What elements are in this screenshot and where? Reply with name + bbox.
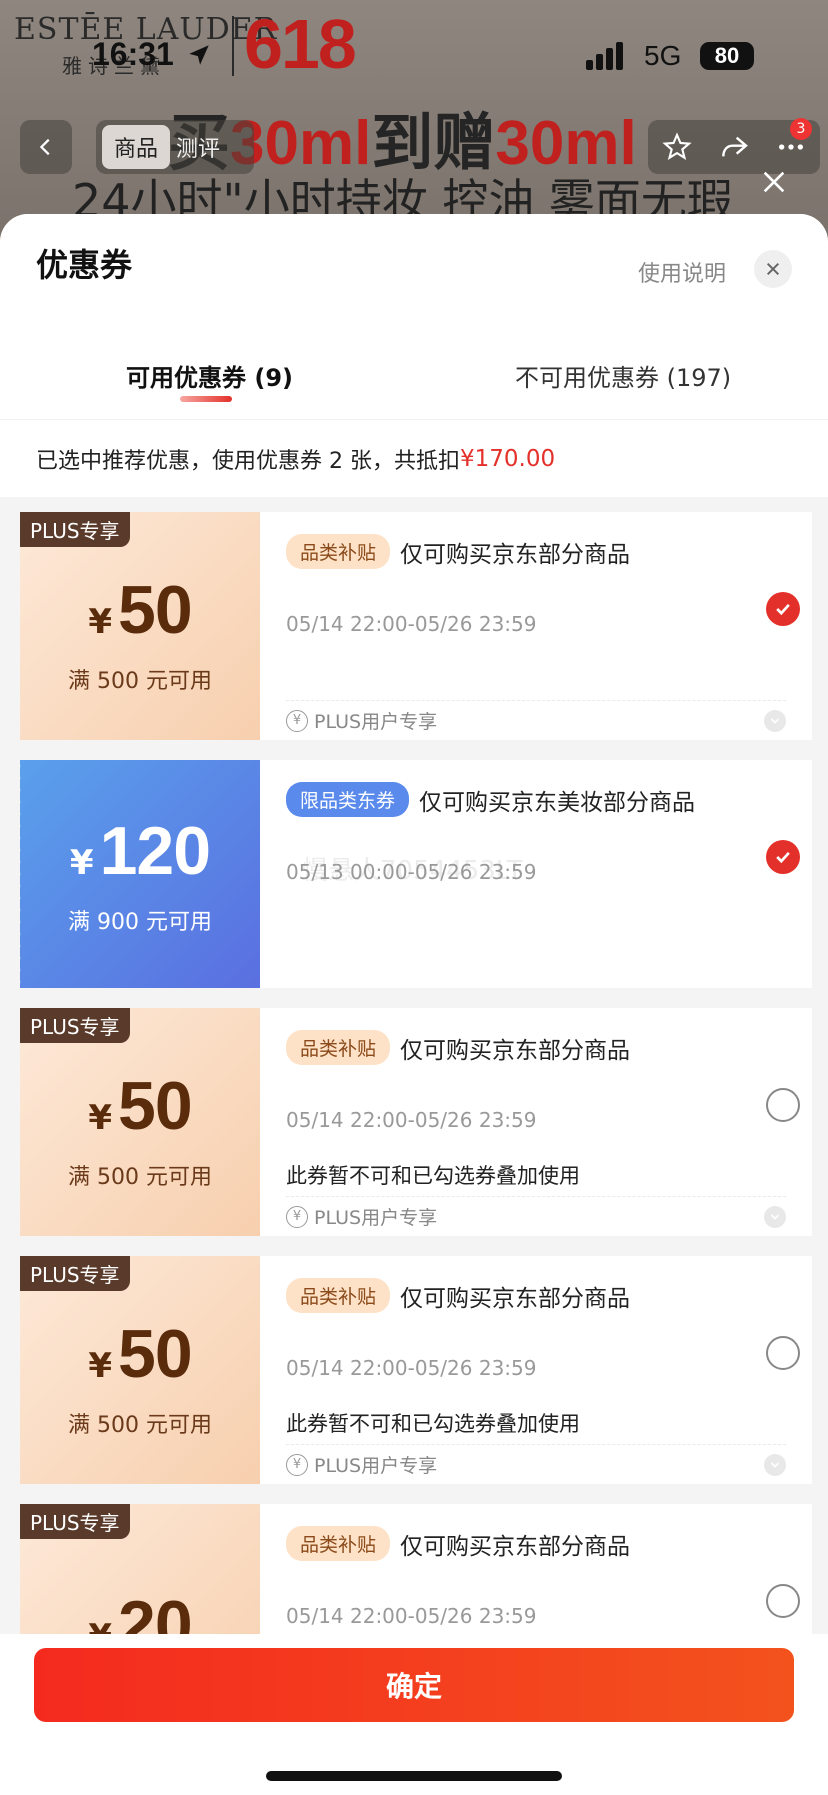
home-indicator[interactable] [266, 1771, 562, 1781]
coupon-footer-text: PLUS用户专享 [314, 1455, 438, 1477]
tab-indicator [180, 396, 232, 402]
coupon-validity: 05/14 22:00-05/26 23:59 [286, 1604, 537, 1628]
coupon-type-pill: 品类补贴 [286, 1526, 391, 1561]
coupon-footer-text: PLUS用户专享 [314, 711, 438, 733]
coupon-value-panel: PLUS专享 ¥50 满 500 元可用 [16, 1008, 260, 1236]
promo-618: 618 [244, 5, 357, 83]
selection-summary: 已选中推荐优惠，使用优惠券 2 张，共抵扣 ¥170.00 [0, 419, 828, 497]
coupon-sheet: 优惠券 使用说明 可用优惠券 (9) 不可用优惠券 (197) 已选中推荐优惠，… [0, 214, 828, 1795]
summary-text: 已选中推荐优惠，使用优惠券 2 张，共抵扣 [36, 448, 460, 474]
coupon-footer: ¥ PLUS用户专享 [286, 1196, 786, 1236]
coupon-detail: 品类补贴 仅可购买京东部分商品 05/14 22:00-05/26 23:59 此… [260, 1008, 812, 1236]
coupon-condition: 满 900 元可用 [68, 910, 212, 935]
share-icon[interactable] [718, 131, 750, 163]
coupon-detail: 品类补贴 仅可购买京东部分商品 05/14 22:00-05/26 23:59 ¥… [260, 512, 812, 740]
star-icon[interactable] [661, 131, 693, 163]
coupon-scope: 仅可购买京东部分商品 [400, 1285, 631, 1312]
coupon-footer-text: PLUS用户专享 [314, 1207, 438, 1229]
coupon-checkbox-unchecked[interactable] [766, 1088, 800, 1122]
coupon-type-pill: 品类补贴 [286, 534, 391, 569]
coupon-note: 此券暂不可和已勾选券叠加使用 [286, 1412, 580, 1436]
status-time: 16:31 [92, 36, 174, 72]
confirm-button[interactable]: 确定 [34, 1648, 794, 1722]
tab-product[interactable]: 商品 [102, 125, 171, 169]
coupon-type-pill: 限品类东券 [286, 782, 410, 817]
product-background: ESTĒE LAUDER 雅诗兰黛 618 16:31 5G 80 买30ml到… [0, 0, 828, 240]
coupon-validity: 05/14 22:00-05/26 23:59 [286, 612, 537, 636]
currency-symbol: ¥ [69, 843, 94, 883]
coupon-validity: 05/14 22:00-05/26 23:59 [286, 1108, 537, 1132]
coupon-value-panel: ¥120 满 900 元可用 [16, 760, 260, 988]
plus-tag: PLUS专享 [20, 1256, 130, 1291]
currency-symbol: ¥ [88, 1098, 113, 1138]
checkmark-icon [776, 603, 790, 616]
checkmark-icon [776, 851, 790, 864]
brand-divider [232, 16, 234, 76]
back-button[interactable] [20, 120, 72, 174]
coupon-scope: 仅可购买京东部分商品 [400, 1037, 631, 1064]
network-type: 5G [644, 40, 682, 71]
coupon-amount: 50 [118, 572, 193, 648]
coupon-value-panel: PLUS专享 ¥50 满 500 元可用 [16, 1256, 260, 1484]
signal-icon [586, 42, 623, 70]
plus-tag: PLUS专享 [20, 1504, 130, 1539]
plus-tag: PLUS专享 [20, 1008, 130, 1043]
chevron-down-icon[interactable] [764, 709, 786, 732]
battery-icon: 80 [700, 42, 754, 70]
coupon-footer: ¥ PLUS用户专享 [286, 700, 786, 740]
summary-amount: ¥170.00 [460, 445, 556, 472]
coupon-amount: 120 [99, 813, 211, 889]
coupon-scope: 仅可购买京东部分商品 [400, 1533, 631, 1560]
battery-level: 80 [714, 43, 740, 68]
coupon-card[interactable]: PLUS专享 ¥50 满 500 元可用 品类补贴 仅可购买京东部分商品 05/1… [16, 1008, 812, 1236]
coupon-footer: ¥ PLUS用户专享 [286, 1444, 786, 1484]
currency-symbol: ¥ [88, 1346, 113, 1386]
sheet-header: 优惠券 使用说明 可用优惠券 (9) 不可用优惠券 (197) [0, 214, 828, 419]
watermark: 慢悬人7054453LT [302, 856, 523, 886]
tab-review[interactable]: 测评 [176, 131, 220, 163]
close-icon[interactable] [760, 168, 788, 196]
coupon-checkbox-checked[interactable] [766, 840, 800, 874]
coupon-detail: 品类补贴 仅可购买京东部分商品 05/14 22:00-05/26 23:59 此… [260, 1256, 812, 1484]
coupon-scope: 仅可购买京东美妆部分商品 [419, 789, 696, 816]
plus-tag: PLUS专享 [20, 512, 130, 547]
sheet-title: 优惠券 [36, 246, 133, 284]
coupon-card[interactable]: PLUS专享 ¥50 满 500 元可用 品类补贴 仅可购买京东部分商品 05/1… [16, 512, 812, 740]
currency-symbol: ¥ [88, 602, 113, 642]
coupon-amount: 50 [118, 1316, 193, 1392]
chevron-down-icon[interactable] [764, 1453, 786, 1476]
chevron-left-icon [39, 138, 50, 156]
coupon-type-pill: 品类补贴 [286, 1030, 391, 1065]
coupon-card[interactable]: PLUS专享 ¥50 满 500 元可用 品类补贴 仅可购买京东部分商品 05/1… [16, 1256, 812, 1484]
yen-icon: ¥ [286, 709, 308, 732]
coupon-condition: 满 500 元可用 [68, 1165, 212, 1190]
coupon-card[interactable]: ¥120 满 900 元可用 限品类东券 仅可购买京东美妆部分商品 05/13 0… [16, 760, 812, 988]
help-link[interactable]: 使用说明 [638, 256, 726, 288]
coupon-scope: 仅可购买京东部分商品 [400, 541, 631, 568]
chevron-down-icon[interactable] [764, 1205, 786, 1228]
product-tabs: 商品 测评 [96, 120, 254, 174]
coupon-validity: 05/14 22:00-05/26 23:59 [286, 1356, 537, 1380]
coupon-condition: 满 500 元可用 [68, 1413, 212, 1438]
close-icon [766, 262, 780, 276]
coupon-type-pill: 品类补贴 [286, 1278, 391, 1313]
coupon-checkbox-checked[interactable] [766, 592, 800, 626]
coupon-amount: 50 [118, 1068, 193, 1144]
coupon-checkbox-unchecked[interactable] [766, 1584, 800, 1618]
coupon-value-panel: PLUS专享 ¥50 满 500 元可用 [16, 512, 260, 740]
coupon-note: 此券暂不可和已勾选券叠加使用 [286, 1164, 580, 1188]
coupon-checkbox-unchecked[interactable] [766, 1336, 800, 1370]
tab-unavailable-coupons[interactable]: 不可用优惠券 (197) [515, 358, 731, 393]
tab-available-coupons[interactable]: 可用优惠券 (9) [126, 358, 293, 393]
yen-icon: ¥ [286, 1205, 308, 1228]
location-arrow-icon [189, 45, 209, 65]
close-sheet-button[interactable] [754, 250, 792, 288]
yen-icon: ¥ [286, 1453, 308, 1476]
cart-badge: 3 [790, 118, 812, 140]
coupon-condition: 满 500 元可用 [68, 669, 212, 694]
